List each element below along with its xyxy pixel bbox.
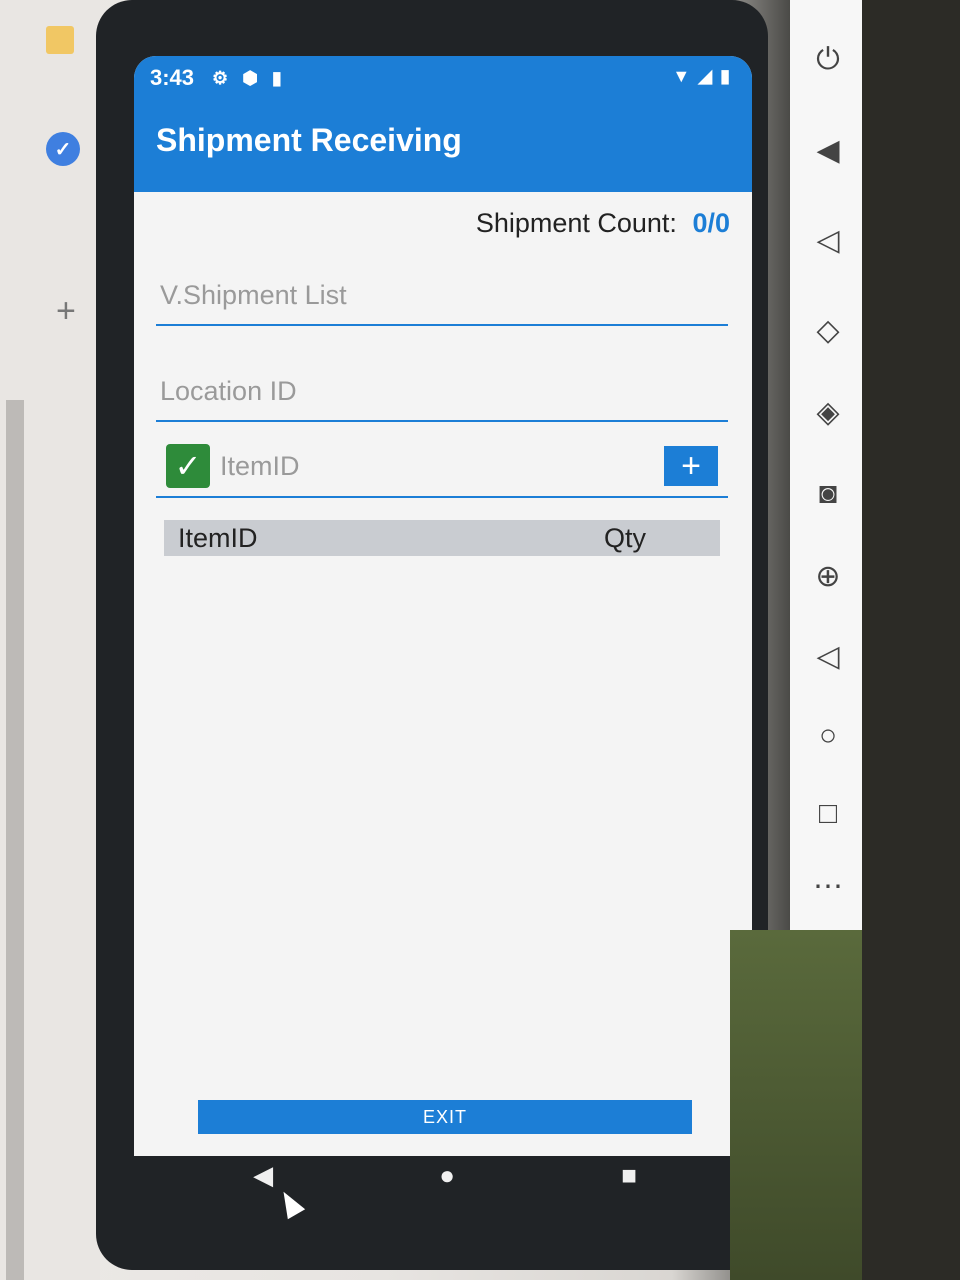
sdcard-icon: ▮ xyxy=(271,67,282,88)
status-time: 3:43 xyxy=(150,65,195,90)
shipment-list-field[interactable] xyxy=(156,266,728,326)
background-wallpaper xyxy=(730,930,862,1280)
wifi-icon: ▼ xyxy=(672,66,691,86)
plus-icon[interactable]: + xyxy=(56,292,76,331)
column-header-itemid: ItemID xyxy=(178,522,258,553)
app-bar: Shipment Receiving xyxy=(134,100,752,192)
background-desk xyxy=(862,0,960,1280)
page-title: Shipment Receiving xyxy=(156,122,462,158)
power-icon[interactable]: ⏻ xyxy=(808,40,848,80)
more-icon[interactable]: ⋯ xyxy=(808,866,848,906)
camera-icon[interactable]: ◙ xyxy=(808,474,848,514)
back-icon[interactable]: ◁ xyxy=(808,636,848,676)
scrollbar[interactable] xyxy=(6,400,24,1280)
shipment-count-value: 0/0 xyxy=(692,208,730,238)
emulator-toolbar: ⏻ ◀ ◁ ◇ ◈ ◙ ⊕ ◁ ○ □ ⋯ xyxy=(790,0,862,930)
rotate-left-icon[interactable]: ◇ xyxy=(808,310,848,350)
column-header-qty: Qty xyxy=(604,522,647,553)
item-id-field[interactable] xyxy=(220,444,640,488)
checkmark-icon: ✓ xyxy=(174,448,202,484)
add-item-button[interactable]: + xyxy=(664,446,718,486)
note-icon[interactable] xyxy=(46,26,74,54)
home-icon[interactable]: ○ xyxy=(808,716,848,756)
app-screen: 3:43 ⚙ ⬢ ▮ ▼ ◢ ▮ Shipment Receiving Ship… xyxy=(134,56,752,1156)
items-table-header: ItemID Qty xyxy=(164,520,720,556)
status-bar: 3:43 ⚙ ⬢ ▮ ▼ ◢ ▮ xyxy=(134,56,752,100)
rotate-right-icon[interactable]: ◈ xyxy=(808,392,848,432)
location-id-field[interactable] xyxy=(156,362,728,422)
shipment-count-label: Shipment Count: xyxy=(475,208,677,238)
zoom-icon[interactable]: ⊕ xyxy=(808,556,848,596)
signal-icon: ◢ xyxy=(698,66,713,86)
overview-icon[interactable]: □ xyxy=(808,794,848,834)
gear-icon: ⚙ xyxy=(212,67,229,88)
exit-button[interactable]: EXIT xyxy=(198,1100,692,1134)
item-id-checkbox[interactable]: ✓ xyxy=(166,444,210,488)
android-nav-bar: ◀ ● ■ xyxy=(170,1150,720,1200)
ide-sidebar: ✓ + xyxy=(0,0,100,1280)
shipment-count: Shipment Count: 0/0 xyxy=(476,208,730,239)
shield-icon: ⬢ xyxy=(242,67,258,88)
recents-nav-icon[interactable]: ■ xyxy=(621,1160,637,1191)
back-nav-icon[interactable]: ◀ xyxy=(253,1160,273,1191)
item-id-row: ✓ + xyxy=(156,436,728,498)
home-nav-icon[interactable]: ● xyxy=(439,1160,455,1191)
battery-icon: ▮ xyxy=(720,66,730,86)
check-circle-icon[interactable]: ✓ xyxy=(46,132,80,166)
volume-down-icon[interactable]: ◁ xyxy=(808,220,848,260)
volume-up-icon[interactable]: ◀ xyxy=(808,130,848,170)
